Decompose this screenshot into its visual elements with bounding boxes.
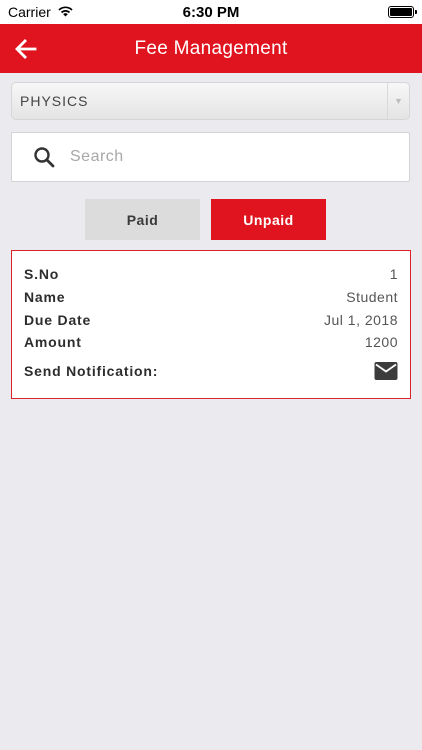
fee-row-due-date: Due Date Jul 1, 2018 [24, 310, 398, 330]
subject-dropdown-value: PHYSICS [20, 93, 89, 109]
fee-row-notification: Send Notification: [24, 359, 398, 383]
tab-unpaid[interactable]: Unpaid [211, 199, 326, 240]
name-label: Name [24, 289, 66, 305]
mail-icon[interactable] [374, 361, 398, 381]
due-date-label: Due Date [24, 312, 92, 328]
wifi-icon [57, 4, 74, 20]
sno-value: 1 [389, 266, 398, 282]
page-title: Fee Management [134, 37, 288, 59]
subject-dropdown[interactable]: PHYSICS ▼ [11, 82, 410, 120]
battery-level [390, 8, 412, 16]
due-date-value: Jul 1, 2018 [324, 312, 398, 328]
name-value: Student [346, 289, 398, 305]
app-screen: Carrier 6:30 PM Fee Management PHYSICS ▼ [0, 0, 422, 750]
carrier-label: Carrier [8, 4, 51, 20]
fee-record-card: S.No 1 Name Student Due Date Jul 1, 2018… [11, 250, 411, 399]
fee-row-amount: Amount 1200 [24, 332, 398, 352]
chevron-down-icon: ▼ [387, 83, 409, 119]
nav-bar: Fee Management [0, 24, 422, 73]
back-button[interactable] [12, 36, 40, 62]
search-input[interactable] [70, 148, 409, 166]
arrow-left-icon [15, 39, 37, 59]
send-notification-label: Send Notification: [24, 363, 159, 379]
amount-value: 1200 [364, 334, 398, 350]
fee-row-name: Name Student [24, 287, 398, 307]
battery-icon [388, 6, 417, 18]
search-icon [34, 147, 55, 168]
sno-label: S.No [24, 266, 60, 282]
search-bar [11, 132, 410, 182]
status-bar: Carrier 6:30 PM [0, 0, 422, 24]
status-left: Carrier [8, 4, 74, 20]
amount-label: Amount [24, 334, 82, 350]
fee-row-sno: S.No 1 [24, 264, 398, 284]
tab-paid[interactable]: Paid [85, 199, 200, 240]
